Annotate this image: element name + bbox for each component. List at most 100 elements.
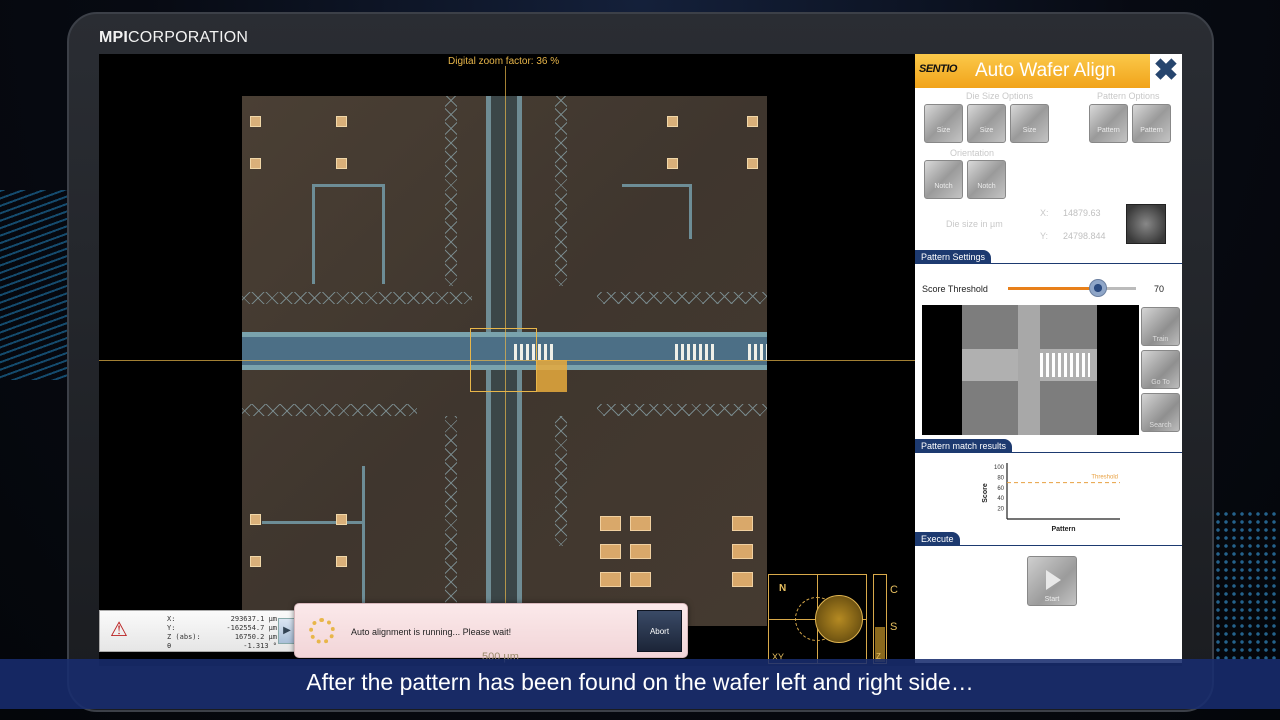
execute-header: Execute xyxy=(915,532,1182,546)
circuit-trace xyxy=(622,184,692,187)
abort-button[interactable]: Abort xyxy=(637,610,682,652)
bond-pad xyxy=(747,116,758,127)
brand-logo: MPICORPORATION xyxy=(99,29,249,46)
die-structure xyxy=(555,416,567,546)
position-readout: ⚠ X: 293637.1 µm Y: -162554.7 µm Z (abs): 1… xyxy=(99,610,296,652)
coord-z: Z (abs): 16750.2 µm xyxy=(167,633,277,641)
pattern-thumbnail xyxy=(962,305,1097,435)
pattern-button-1[interactable]: Pattern xyxy=(1089,104,1128,143)
y-tick-label: 80 xyxy=(997,475,1004,481)
die-structure xyxy=(242,404,417,416)
die-x-label: X: xyxy=(1040,208,1049,218)
die-size-button-3[interactable]: Size xyxy=(1010,104,1049,143)
wafer-minimap[interactable]: N XY xyxy=(768,574,867,664)
alignment-pattern xyxy=(675,344,715,360)
pattern-bars xyxy=(1040,353,1090,377)
y-tick-label: 20 xyxy=(997,507,1004,513)
panel-title: Auto Wafer Align xyxy=(975,60,1116,81)
circuit-trace xyxy=(362,466,365,626)
progress-dialog: Auto alignment is running... Please wait… xyxy=(294,603,688,658)
bond-pad xyxy=(667,158,678,169)
progress-message: Auto alignment is running... Please wait… xyxy=(351,627,512,637)
z-height-indicator xyxy=(873,574,887,664)
wafer-disc-icon xyxy=(815,595,863,643)
bond-pad xyxy=(732,516,753,531)
bond-pad xyxy=(630,516,651,531)
die-y-value: 24798.844 xyxy=(1063,231,1106,241)
pattern-settings-header: Pattern Settings xyxy=(915,250,1182,264)
orientation-label: Orientation xyxy=(950,148,995,158)
z-contact-label: C xyxy=(890,584,898,596)
search-button[interactable]: Search xyxy=(1141,393,1180,432)
y-tick-label: 60 xyxy=(997,486,1004,492)
die-y-label: Y: xyxy=(1040,231,1049,241)
close-icon[interactable]: ✖ xyxy=(1150,54,1182,88)
pattern-street-v xyxy=(1018,305,1040,435)
train-button[interactable]: Train xyxy=(1141,307,1180,346)
die-size-button-1[interactable]: Size xyxy=(924,104,963,143)
die-structure xyxy=(445,96,457,286)
circuit-trace xyxy=(689,184,692,239)
y-axis-title: Score xyxy=(982,483,989,503)
pattern-match-box xyxy=(470,328,537,392)
bond-pad xyxy=(336,158,347,169)
circuit-trace xyxy=(382,184,385,284)
play-icon xyxy=(1046,570,1061,590)
threshold-label: Threshold xyxy=(1091,475,1118,481)
die-structure xyxy=(242,292,472,304)
die-size-label: Die size in µm xyxy=(946,219,1003,229)
die-structure xyxy=(555,96,567,286)
score-chart: 100 80 60 40 20 Threshold Score Pattern xyxy=(982,463,1120,533)
score-threshold-slider[interactable] xyxy=(1008,279,1136,297)
coord-theta: θ -1.313 ° xyxy=(167,642,277,650)
trained-pattern-image xyxy=(922,305,1139,435)
bond-pad xyxy=(250,514,261,525)
die-structure xyxy=(597,292,767,304)
bond-pad xyxy=(732,572,753,587)
die-size-options-label: Die Size Options xyxy=(966,91,1034,101)
bond-pad xyxy=(600,572,621,587)
alignment-pattern xyxy=(748,344,767,360)
bond-pad xyxy=(336,116,347,127)
decorative-stripes-left xyxy=(0,190,70,380)
start-button[interactable]: Start xyxy=(1027,556,1077,606)
bond-pad xyxy=(732,544,753,559)
pattern-button-2[interactable]: Pattern xyxy=(1132,104,1171,143)
coord-x: X: 293637.1 µm xyxy=(167,615,277,623)
bond-pad xyxy=(600,516,621,531)
bond-pad xyxy=(630,544,651,559)
die-size-measure-button[interactable] xyxy=(1126,204,1166,244)
north-label: N xyxy=(779,583,787,594)
z-separation-label: S xyxy=(890,621,898,633)
notch-button-2[interactable]: Notch xyxy=(967,160,1006,199)
die-x-value: 14879.63 xyxy=(1063,208,1101,218)
zoom-factor-label: Digital zoom factor: 36 % xyxy=(448,56,560,67)
spinner-icon xyxy=(309,618,335,644)
y-tick-label: 100 xyxy=(994,465,1005,471)
die-structure xyxy=(597,404,767,416)
die-structure xyxy=(445,416,457,626)
bond-pad xyxy=(667,116,678,127)
bond-pad xyxy=(336,556,347,567)
pattern-match-results-header: Pattern match results xyxy=(915,439,1182,453)
score-threshold-label: Score Threshold xyxy=(922,284,988,294)
bond-pad xyxy=(250,556,261,567)
screen-recording: MPICORPORATION Digital zoom factor: 36 %… xyxy=(0,0,1280,720)
goto-button[interactable]: Go To xyxy=(1141,350,1180,389)
pattern-options-label: Pattern Options xyxy=(1097,91,1160,101)
bond-pad xyxy=(250,158,261,169)
bond-pad xyxy=(336,514,347,525)
notch-button-1[interactable]: Notch xyxy=(924,160,963,199)
circuit-trace xyxy=(262,521,362,524)
chuck-warning-icon: ⚠ xyxy=(110,619,128,641)
bond-pad xyxy=(600,544,621,559)
slider-fill xyxy=(1008,287,1098,290)
panel-header: SENTIO Auto Wafer Align ✖ xyxy=(915,54,1182,88)
bond-pad xyxy=(630,572,651,587)
sentio-logo: SENTIO xyxy=(919,63,957,75)
slider-handle[interactable] xyxy=(1088,279,1107,297)
coord-y: Y: -162554.7 µm xyxy=(167,624,277,632)
die-size-button-2[interactable]: Size xyxy=(967,104,1006,143)
y-tick-label: 40 xyxy=(997,496,1004,502)
circuit-trace xyxy=(312,184,315,284)
